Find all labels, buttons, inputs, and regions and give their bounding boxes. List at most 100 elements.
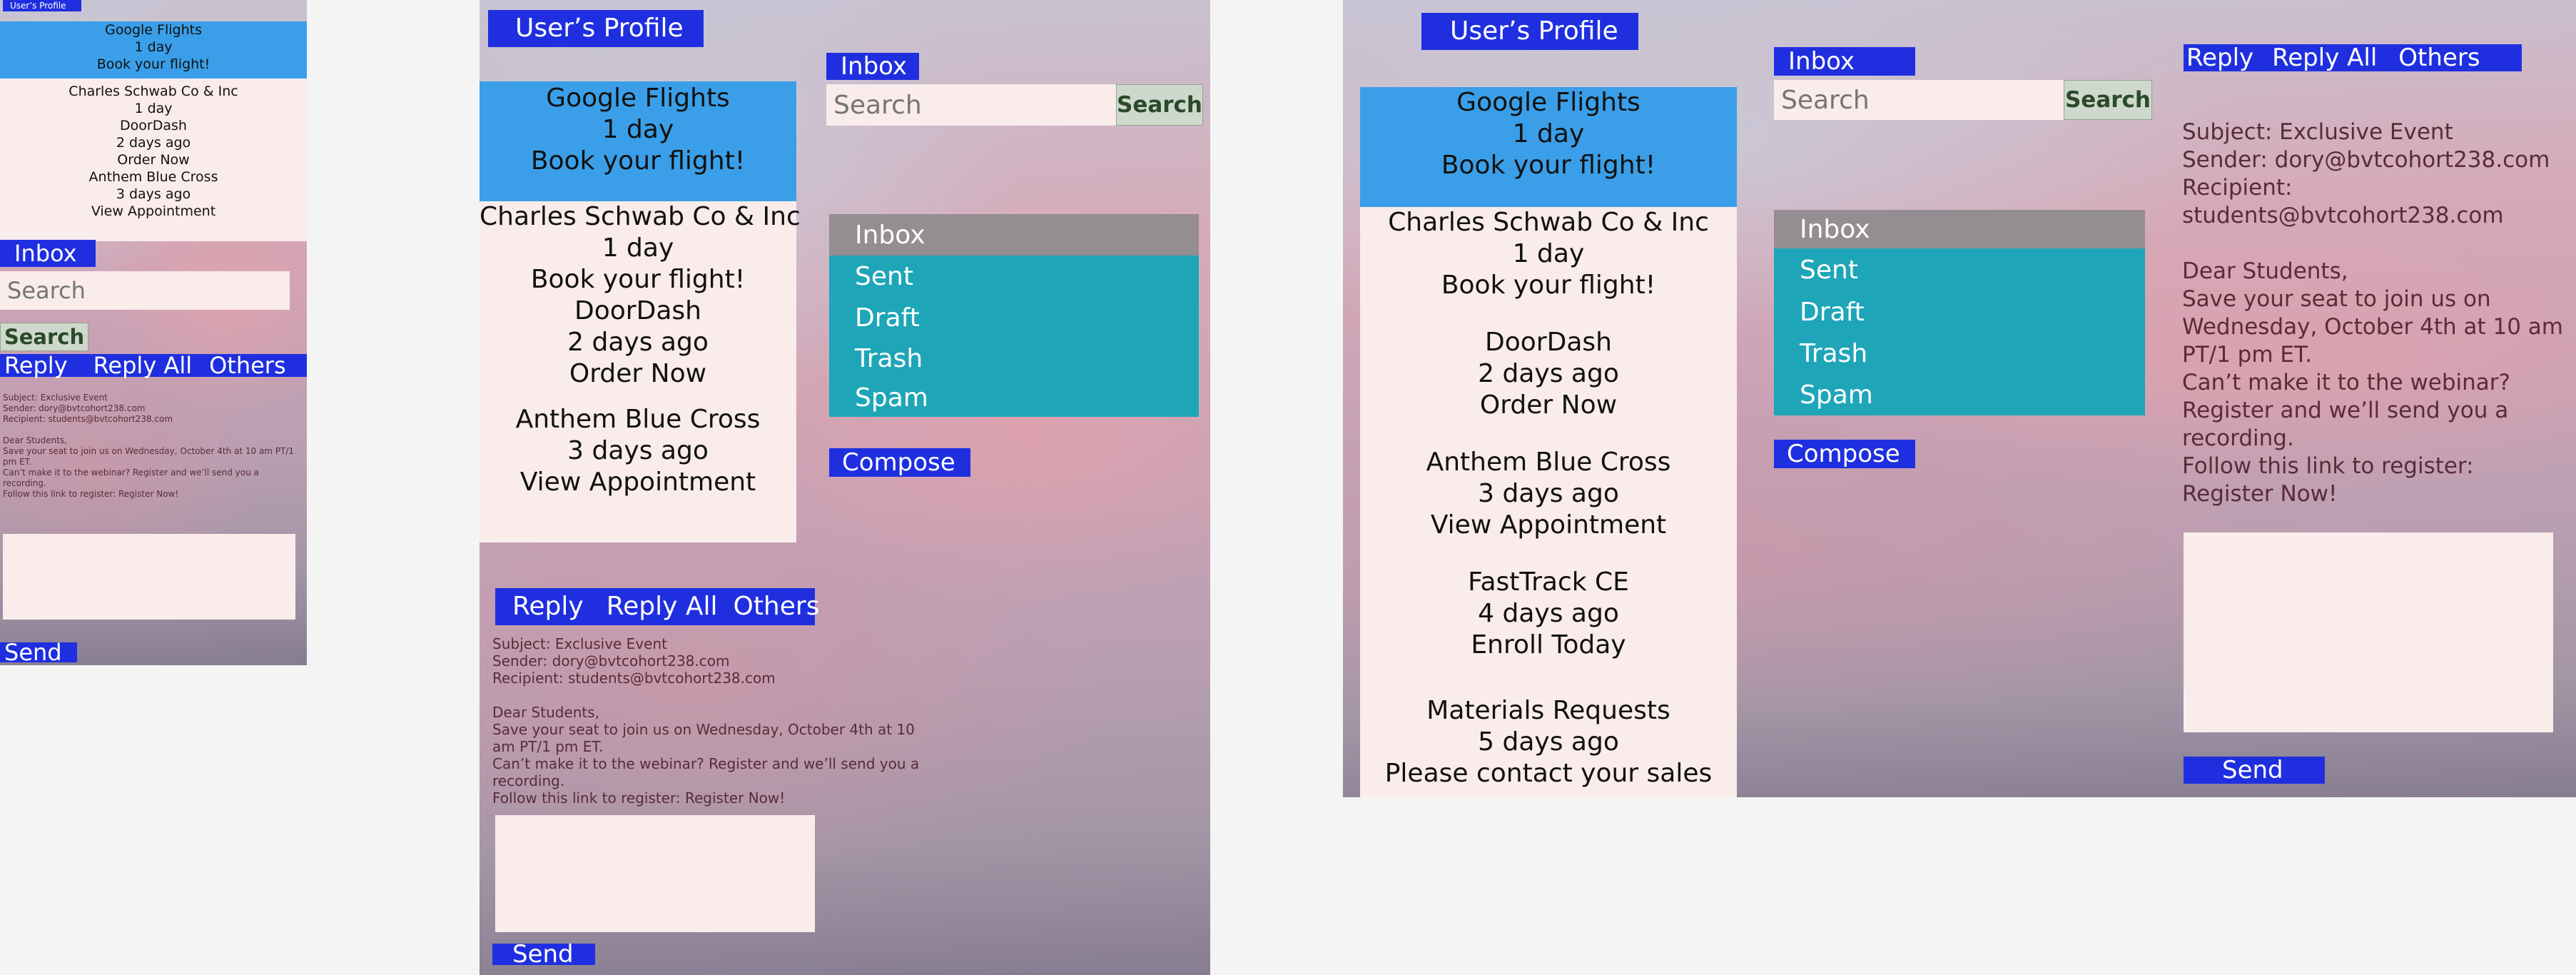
search-button[interactable]: Search (0, 323, 88, 351)
compose-button[interactable]: Compose (1774, 440, 1915, 468)
email-item[interactable]: Materials Requests 5 days ago Please con… (1360, 695, 1737, 789)
message-body: Subject: Exclusive Event Sender: dory@bv… (3, 393, 303, 500)
email-list: Google Flights 1 day Book your flight! C… (480, 81, 801, 542)
reply-textarea[interactable] (2184, 532, 2553, 732)
email-sender: Google Flights (546, 84, 730, 113)
email-sender: Anthem Blue Cross (88, 169, 218, 185)
email-sender: Anthem Blue Cross (1426, 448, 1671, 477)
tablet-view: User’s Profile Google Flights 1 day Book… (480, 0, 1210, 975)
search-button[interactable]: Search (2064, 80, 2152, 120)
email-item[interactable]: Anthem Blue Cross 3 days ago View Appoin… (0, 168, 307, 220)
folder-sent[interactable]: Sent (829, 256, 1199, 297)
message-subject: Subject: Exclusive Event (3, 393, 108, 403)
email-time: 2 days ago (567, 328, 709, 357)
reply-all-button[interactable]: Reply All (2272, 44, 2377, 71)
email-item-selected[interactable]: Google Flights 1 day Book your flight! (0, 21, 307, 79)
message-line: Register Now! (2182, 481, 2338, 507)
folder-inbox[interactable]: Inbox (829, 214, 1199, 256)
email-item[interactable]: DoorDash 2 days ago Order Now (0, 117, 307, 168)
message-sender: Sender: dory@bvtcohort238.com (2182, 147, 2550, 173)
email-time: 2 days ago (1478, 359, 1619, 388)
folder-title[interactable]: Inbox (826, 53, 919, 80)
profile-button[interactable]: User’s Profile (3, 0, 81, 11)
profile-button[interactable]: User’s Profile (1421, 13, 1638, 50)
search-input[interactable] (826, 84, 1116, 126)
email-sender: Charles Schwab Co & Inc (69, 84, 238, 99)
folder-draft[interactable]: Draft (829, 297, 1199, 338)
email-preview: Order Now (1479, 390, 1618, 420)
email-item[interactable]: Anthem Blue Cross 3 days ago View Appoin… (1360, 447, 1737, 541)
email-list: Google Flights 1 day Book your flight! C… (0, 21, 307, 241)
message-greeting: Dear Students, (3, 435, 68, 445)
folder-spam[interactable]: Spam (829, 378, 1199, 417)
folder-spam[interactable]: Spam (1774, 374, 2145, 415)
compose-button[interactable]: Compose (829, 448, 970, 477)
search-button[interactable]: Search (1116, 84, 1203, 126)
send-button[interactable]: Send (2184, 757, 2325, 784)
email-preview: Book your flight! (1441, 151, 1656, 180)
email-item[interactable]: DoorDash 2 days ago Order Now (1360, 327, 1737, 421)
email-sender: Anthem Blue Cross (515, 405, 761, 434)
reply-all-button[interactable]: Reply All (93, 354, 192, 377)
send-button[interactable]: Send (0, 641, 77, 664)
email-list-rest: Charles Schwab Co & Inc 1 day Book your … (480, 201, 801, 542)
folder-trash[interactable]: Trash (1774, 333, 2145, 374)
folder-inbox[interactable]: Inbox (1774, 210, 2145, 248)
reply-textarea[interactable] (3, 534, 295, 620)
others-button[interactable]: Others (2398, 44, 2480, 71)
reply-button[interactable]: Reply (4, 354, 68, 377)
email-list-rest: Charles Schwab Co & Inc 1 day DoorDash 2… (0, 79, 307, 241)
folder-label: Inbox (855, 220, 926, 250)
folder-list: Inbox Sent Draft Trash Spam (829, 214, 1199, 417)
reply-textarea[interactable] (495, 815, 815, 932)
folder-label: Spam (1800, 380, 1873, 410)
email-item[interactable]: Charles Schwab Co & Inc 1 day Book your … (1360, 207, 1737, 301)
email-item-selected[interactable]: Google Flights 1 day Book your flight! (1360, 87, 1737, 207)
search-input[interactable] (1774, 80, 2064, 120)
search-input[interactable] (0, 271, 290, 310)
email-item[interactable]: Anthem Blue Cross 3 days ago View Appoin… (480, 404, 796, 498)
others-button[interactable]: Others (733, 588, 819, 625)
email-time: 4 days ago (1478, 599, 1619, 628)
reply-button[interactable]: Reply (512, 588, 584, 625)
message-body: Subject: Exclusive Event Sender: dory@bv… (2182, 118, 2573, 508)
message-line: Save your seat to join us on Wednesday, … (492, 721, 915, 755)
message-sender: Sender: dory@bvtcohort238.com (492, 652, 730, 670)
reply-all-button[interactable]: Reply All (607, 588, 718, 625)
email-time: 2 days ago (116, 135, 191, 151)
email-item[interactable]: DoorDash 2 days ago Order Now (480, 295, 796, 390)
message-body: Subject: Exclusive Event Sender: dory@bv… (492, 635, 921, 807)
email-item[interactable]: FastTrack CE 4 days ago Enroll Today (1360, 567, 1737, 661)
email-preview: View Appointment (519, 468, 756, 497)
others-button[interactable]: Others (209, 354, 286, 377)
email-sender: DoorDash (574, 296, 701, 325)
email-preview: Book your flight! (530, 265, 746, 294)
message-line: Register and we’ll send you a recording. (2182, 398, 2509, 451)
message-line: Can’t make it to the webinar? Register a… (3, 468, 259, 488)
email-time: 3 days ago (116, 186, 191, 202)
reply-button[interactable]: Reply (2186, 44, 2253, 71)
folder-label: Inbox (1800, 214, 1870, 244)
email-item[interactable]: Charles Schwab Co & Inc 1 day Book your … (480, 201, 801, 295)
folder-trash[interactable]: Trash (829, 338, 1199, 378)
email-preview: Enroll Today (1471, 630, 1626, 660)
email-time: 5 days ago (1478, 727, 1619, 757)
folder-label: Draft (855, 303, 920, 333)
folder-title[interactable]: Inbox (1774, 47, 1915, 76)
message-greeting: Dear Students, (492, 704, 600, 721)
folder-label: Sent (855, 261, 913, 291)
email-sender: DoorDash (1485, 328, 1612, 357)
folder-label: Trash (1800, 338, 1868, 368)
message-subject: Subject: Exclusive Event (2182, 119, 2453, 145)
send-button[interactable]: Send (492, 942, 595, 966)
message-sender: Sender: dory@bvtcohort238.com (3, 403, 146, 413)
folder-draft[interactable]: Draft (1774, 291, 2145, 333)
profile-button[interactable]: User’s Profile (488, 10, 704, 47)
folder-sent[interactable]: Sent (1774, 248, 2145, 291)
email-item-selected[interactable]: Google Flights 1 day Book your flight! (480, 81, 796, 201)
folder-title[interactable]: Inbox (0, 240, 96, 267)
message-recipient: Recipient: students@bvtcohort238.com (492, 670, 776, 687)
email-item[interactable]: Charles Schwab Co & Inc 1 day (0, 83, 307, 117)
reply-toolbar: Reply Reply All Others (0, 354, 307, 377)
email-sender: FastTrack CE (1468, 567, 1629, 597)
